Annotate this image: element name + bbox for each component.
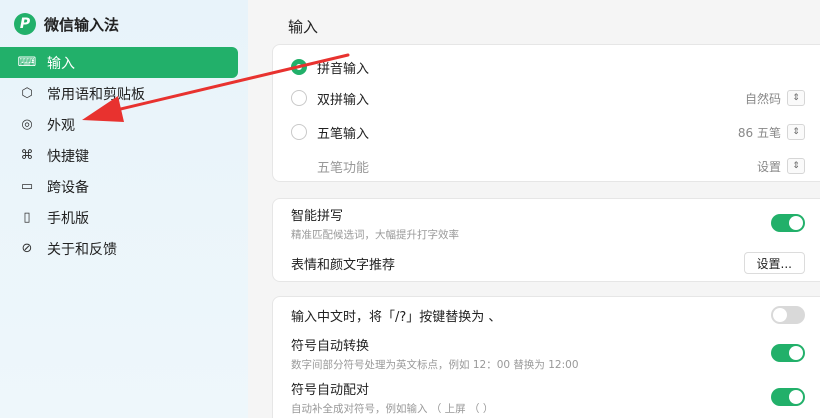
sidebar-item-devices[interactable]: ▭ 跨设备 bbox=[0, 171, 248, 202]
sidebar-nav: ⌨ 输入 ⬡ 常用语和剪贴板 ◎ 外观 ⌘ 快捷键 ▭ 跨设备 ▯ 手机版 ⊘ … bbox=[0, 47, 248, 264]
wubi-radio[interactable] bbox=[291, 124, 307, 140]
chevron-updown-icon: ⇕ bbox=[787, 158, 805, 174]
sidebar: P 微信输入法 ⌨ 输入 ⬡ 常用语和剪贴板 ◎ 外观 ⌘ 快捷键 ▭ 跨设备 … bbox=[0, 0, 248, 418]
appearance-icon: ◎ bbox=[21, 117, 33, 132]
smart-spell-subtitle: 精准匹配候选词，大幅提升打字效率 bbox=[291, 228, 459, 241]
punct-title: 符号自动转换 bbox=[291, 338, 370, 354]
chevron-updown-icon: ⇕ bbox=[787, 90, 805, 106]
app-name: 微信输入法 bbox=[44, 15, 120, 34]
punct-text: 符号自动转换 数字间部分符号处理为英文标点，例如 12：00 替换为 12:00 bbox=[291, 335, 579, 372]
wubi-row[interactable]: 五笔输入 86 五笔 ⇕ bbox=[291, 120, 805, 144]
punct-toggle[interactable] bbox=[771, 344, 805, 362]
smart-spell-text: 智能拼写 精准匹配候选词，大幅提升打字效率 bbox=[291, 205, 459, 242]
symbol-card: 输入中文时，将「/?」按键替换为 、 符号自动转换 数字间部分符号处理为英文标点… bbox=[272, 296, 820, 418]
smart-card: 智能拼写 精准匹配候选词，大幅提升打字效率 表情和颜文字推荐 设置... bbox=[272, 198, 820, 282]
pair-toggle[interactable] bbox=[771, 388, 805, 406]
app-header: P 微信输入法 bbox=[14, 12, 119, 36]
pinyin-radio[interactable] bbox=[291, 59, 307, 75]
sidebar-item-appearance[interactable]: ◎ 外观 bbox=[0, 109, 248, 140]
emoji-row: 表情和颜文字推荐 设置... bbox=[291, 251, 805, 275]
wubi-func-row: 五笔功能 设置 ⇕ bbox=[291, 154, 805, 178]
emoji-settings-button[interactable]: 设置... bbox=[743, 252, 805, 274]
input-method-card: 拼音输入 双拼输入 自然码 ⇕ 五笔输入 86 五笔 ⇕ 五笔功能 设置 ⇕ bbox=[272, 44, 820, 182]
smart-spell-row: 智能拼写 精准匹配候选词，大幅提升打字效率 bbox=[291, 205, 805, 242]
sidebar-item-shortcuts[interactable]: ⌘ 快捷键 bbox=[0, 140, 248, 171]
sidebar-item-label: 输入 bbox=[47, 55, 75, 72]
command-icon: ⌘ bbox=[20, 148, 34, 163]
pair-text: 符号自动配对 自动补全成对符号，例如输入 （ 上屏 （ ） bbox=[291, 379, 493, 416]
main-panel: 输入 拼音输入 双拼输入 自然码 ⇕ 五笔输入 86 五笔 ⇕ 五笔功能 设置 bbox=[248, 0, 820, 418]
punct-row: 符号自动转换 数字间部分符号处理为英文标点，例如 12：00 替换为 12:00 bbox=[291, 335, 805, 372]
sidebar-item-label: 关于和反馈 bbox=[47, 241, 117, 258]
pair-row: 符号自动配对 自动补全成对符号，例如输入 （ 上屏 （ ） bbox=[291, 379, 805, 416]
pair-title: 符号自动配对 bbox=[291, 382, 370, 398]
punct-subtitle: 数字间部分符号处理为英文标点，例如 12：00 替换为 12:00 bbox=[291, 358, 579, 371]
sidebar-item-label: 快捷键 bbox=[47, 148, 89, 165]
smart-spell-toggle[interactable] bbox=[771, 214, 805, 232]
devices-icon: ▭ bbox=[20, 179, 34, 194]
shuangpin-select[interactable]: 自然码 ⇕ bbox=[745, 90, 805, 107]
sidebar-item-input[interactable]: ⌨ 输入 bbox=[0, 47, 238, 78]
wubi-value: 86 五笔 bbox=[737, 125, 781, 140]
emoji-title: 表情和颜文字推荐 bbox=[291, 257, 396, 273]
phone-icon: ▯ bbox=[23, 210, 31, 225]
cube-icon: ⬡ bbox=[21, 86, 33, 101]
smart-spell-title: 智能拼写 bbox=[291, 208, 344, 224]
wubi-func-label: 五笔功能 bbox=[317, 160, 370, 176]
chevron-updown-icon: ⇕ bbox=[787, 124, 805, 140]
shuangpin-row[interactable]: 双拼输入 自然码 ⇕ bbox=[291, 86, 805, 110]
pair-subtitle: 自动补全成对符号，例如输入 （ 上屏 （ ） bbox=[291, 402, 494, 415]
sidebar-item-phrases[interactable]: ⬡ 常用语和剪贴板 bbox=[0, 78, 248, 109]
wubi-select[interactable]: 86 五笔 ⇕ bbox=[738, 124, 805, 141]
shuangpin-value: 自然码 bbox=[744, 91, 781, 106]
app-logo: P bbox=[14, 13, 36, 35]
wubi-func-value: 设置 bbox=[756, 159, 781, 174]
sidebar-item-label: 常用语和剪贴板 bbox=[47, 86, 145, 103]
about-icon: ⊘ bbox=[21, 241, 33, 256]
slash-toggle[interactable] bbox=[771, 306, 805, 324]
sidebar-item-label: 外观 bbox=[47, 117, 75, 134]
pinyin-label: 拼音输入 bbox=[317, 61, 370, 77]
sidebar-item-label: 跨设备 bbox=[47, 179, 89, 196]
sidebar-item-about[interactable]: ⊘ 关于和反馈 bbox=[0, 233, 248, 264]
page-title: 输入 bbox=[288, 18, 319, 36]
shuangpin-radio[interactable] bbox=[291, 90, 307, 106]
wubi-label: 五笔输入 bbox=[317, 126, 370, 142]
shuangpin-label: 双拼输入 bbox=[317, 92, 370, 108]
sidebar-item-mobile[interactable]: ▯ 手机版 bbox=[0, 202, 248, 233]
keyboard-icon: ⌨ bbox=[17, 55, 37, 70]
wubi-func-select[interactable]: 设置 ⇕ bbox=[757, 158, 805, 175]
slash-title: 输入中文时，将「/?」按键替换为 、 bbox=[291, 309, 502, 325]
sidebar-item-label: 手机版 bbox=[47, 210, 89, 227]
pinyin-row[interactable]: 拼音输入 bbox=[291, 55, 805, 79]
slash-row: 输入中文时，将「/?」按键替换为 、 bbox=[291, 303, 805, 327]
